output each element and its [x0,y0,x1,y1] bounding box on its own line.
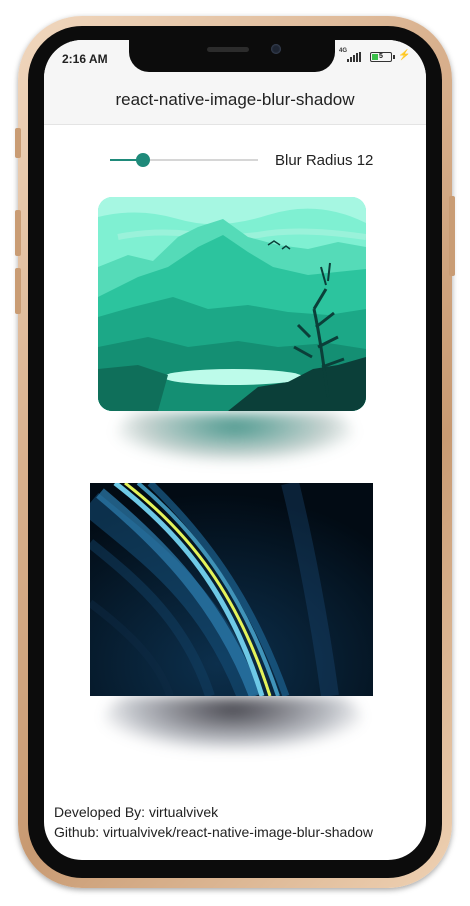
mountain-image-shadow [116,412,354,462]
github-link[interactable]: Github: virtualvivek/react-native-image-… [54,822,373,842]
blur-radius-slider[interactable] [110,150,258,170]
developer-credit: Developed By: virtualvivek [54,804,219,820]
status-time: 2:16 AM [62,52,108,66]
app-screen: 2:16 AM 4G 5 ⚡ react-native-image-blur-s… [44,40,426,860]
network-type: 4G [339,48,348,54]
volume-up-button [15,210,21,256]
charging-icon: ⚡ [398,50,411,61]
abstract-image-shadow [104,696,362,750]
battery-tip [393,55,395,59]
mountain-landscape-image [98,197,366,411]
mute-switch [15,128,21,158]
abstract-light-streaks-image [90,483,373,696]
speaker-grille [207,47,249,52]
battery-level: 5 [379,53,383,60]
notch [129,40,335,72]
abstract-light-streaks-illustration [90,483,373,696]
slider-thumb[interactable] [135,153,150,167]
app-header: react-native-image-blur-shadow [44,84,426,125]
battery-icon: 5 [370,52,392,62]
blur-radius-label: Blur Radius 12 [275,152,374,169]
front-camera [271,44,281,54]
volume-down-button [15,268,21,314]
header-title: react-native-image-blur-shadow [115,90,355,109]
mountain-landscape-illustration [98,197,366,411]
power-button [449,196,455,276]
footer: Developed By: virtualvivek Github: virtu… [54,802,373,842]
signal-icon [347,52,365,62]
